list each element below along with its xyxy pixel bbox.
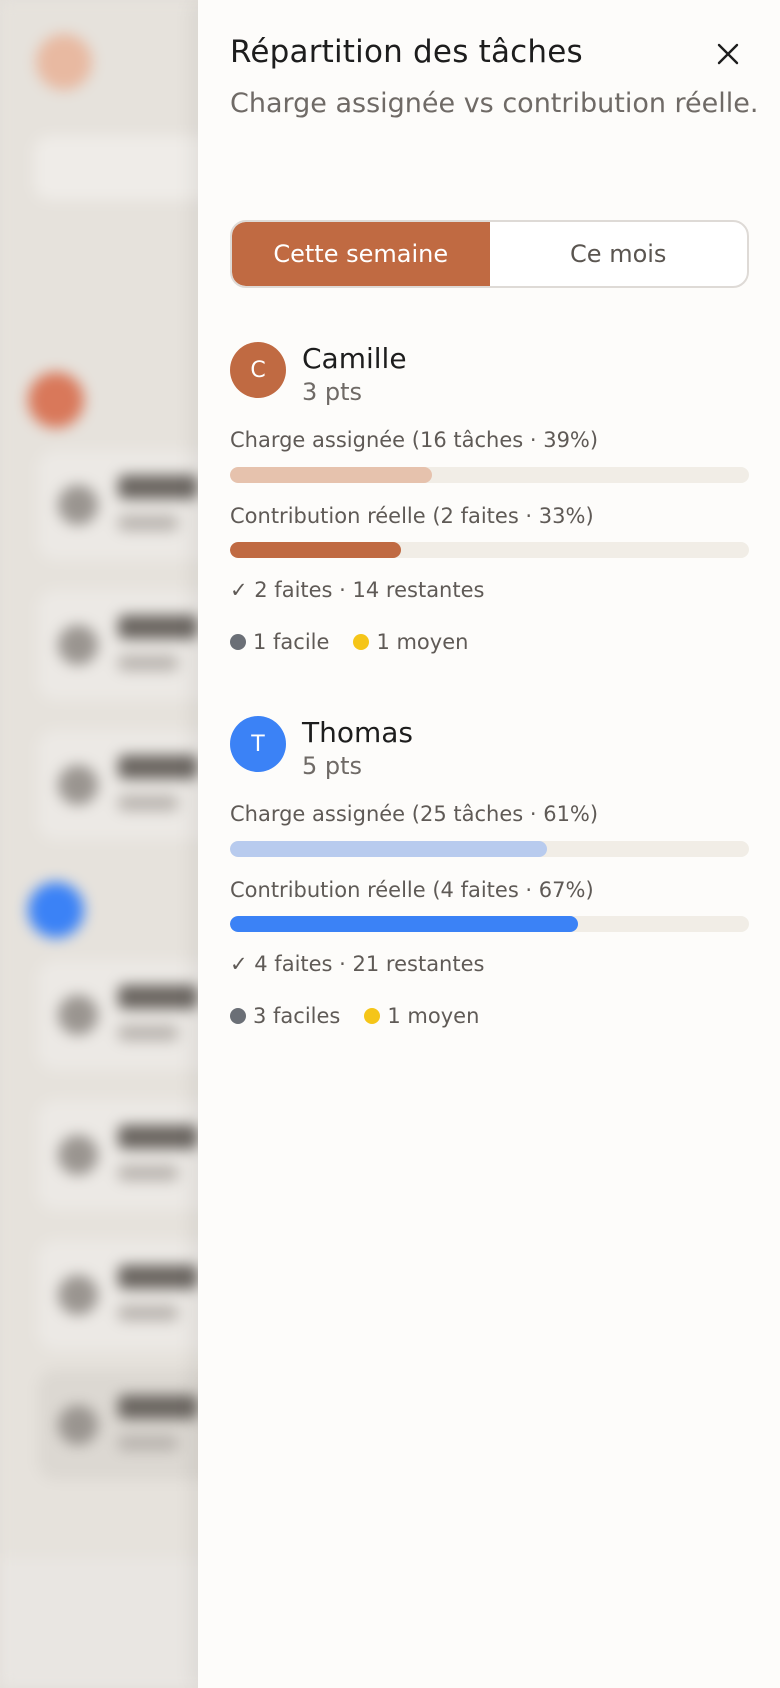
legend-item-medium: 1 moyen: [353, 630, 468, 654]
actual-contribution-bar: [230, 542, 749, 558]
person-points: 3 pts: [302, 378, 363, 406]
background-task-title: [118, 615, 198, 639]
background-task-icon: [58, 765, 98, 805]
legend-item-easy: 1 facile: [230, 630, 329, 654]
done-summary: ✓ 4 faites · 21 restantes: [230, 952, 485, 976]
person-card-camille: C Camille 3 pts Charge assignée (16 tâch…: [230, 342, 749, 662]
background-task-sub: [118, 1165, 178, 1181]
legend-item-easy: 3 faciles: [230, 1004, 340, 1028]
legend-label: 3 faciles: [253, 1004, 341, 1028]
period-toggle: Cette semaine Ce mois: [230, 220, 749, 288]
difficulty-legend: 3 faciles 1 moyen: [230, 1004, 503, 1028]
assigned-load-label: Charge assignée (16 tâches · 39%): [230, 428, 599, 452]
background-task-icon: [58, 485, 98, 525]
avatar: T: [230, 716, 286, 772]
assigned-load-fill: [230, 467, 433, 483]
legend-label: 1 facile: [253, 630, 330, 654]
tab-this-month[interactable]: Ce mois: [490, 222, 748, 286]
legend-label: 1 moyen: [387, 1004, 480, 1028]
background-task-title: [118, 985, 198, 1009]
background-task-sub: [118, 1435, 178, 1451]
background-task-icon: [58, 1405, 98, 1445]
assigned-load-label: Charge assignée (25 tâches · 61%): [230, 802, 599, 826]
actual-contribution-fill: [230, 916, 578, 932]
assigned-load-bar: [230, 467, 749, 483]
person-card-thomas: T Thomas 5 pts Charge assignée (25 tâche…: [230, 716, 749, 1036]
person-name: Thomas: [302, 716, 414, 749]
person-points: 5 pts: [302, 752, 363, 780]
easy-dot-icon: [230, 1008, 246, 1024]
background-task-sub: [118, 795, 178, 811]
medium-dot-icon: [353, 634, 370, 650]
background-task-title: [118, 1265, 198, 1289]
app-logo: [36, 34, 92, 90]
panel-subtitle: Charge assignée vs contribution réelle.: [230, 88, 759, 119]
actual-contribution-label: Contribution réelle (4 faites · 67%): [230, 878, 594, 902]
close-button[interactable]: [708, 34, 748, 74]
done-summary: ✓ 2 faites · 14 restantes: [230, 578, 485, 602]
panel-title: Répartition des tâches: [230, 34, 583, 70]
easy-dot-icon: [230, 634, 246, 650]
background-task-icon: [58, 1275, 98, 1315]
task-distribution-panel: Répartition des tâches Charge assignée v…: [198, 0, 780, 1688]
assigned-load-bar: [230, 841, 749, 857]
background-task-icon: [58, 625, 98, 665]
actual-contribution-fill: [230, 542, 402, 558]
legend-item-medium: 1 moyen: [364, 1004, 479, 1028]
avatar: C: [230, 342, 286, 398]
background-avatar-camille: [28, 372, 84, 428]
background-task-sub: [118, 1025, 178, 1041]
background-task-sub: [118, 655, 178, 671]
close-icon: [717, 43, 739, 65]
background-task-title: [118, 755, 198, 779]
background-task-title: [118, 1395, 198, 1419]
background-task-icon: [58, 1135, 98, 1175]
background-task-icon: [58, 995, 98, 1035]
tab-this-week[interactable]: Cette semaine: [232, 222, 490, 286]
legend-label: 1 moyen: [376, 630, 469, 654]
actual-contribution-bar: [230, 916, 749, 932]
medium-dot-icon: [364, 1008, 381, 1024]
background-task-title: [118, 1125, 198, 1149]
background-task-title: [118, 475, 198, 499]
actual-contribution-label: Contribution réelle (2 faites · 33%): [230, 504, 594, 528]
person-name: Camille: [302, 342, 407, 375]
background-task-sub: [118, 1305, 178, 1321]
background-avatar-thomas: [28, 882, 84, 938]
assigned-load-fill: [230, 841, 547, 857]
background-task-sub: [118, 515, 178, 531]
difficulty-legend: 1 facile 1 moyen: [230, 630, 492, 654]
